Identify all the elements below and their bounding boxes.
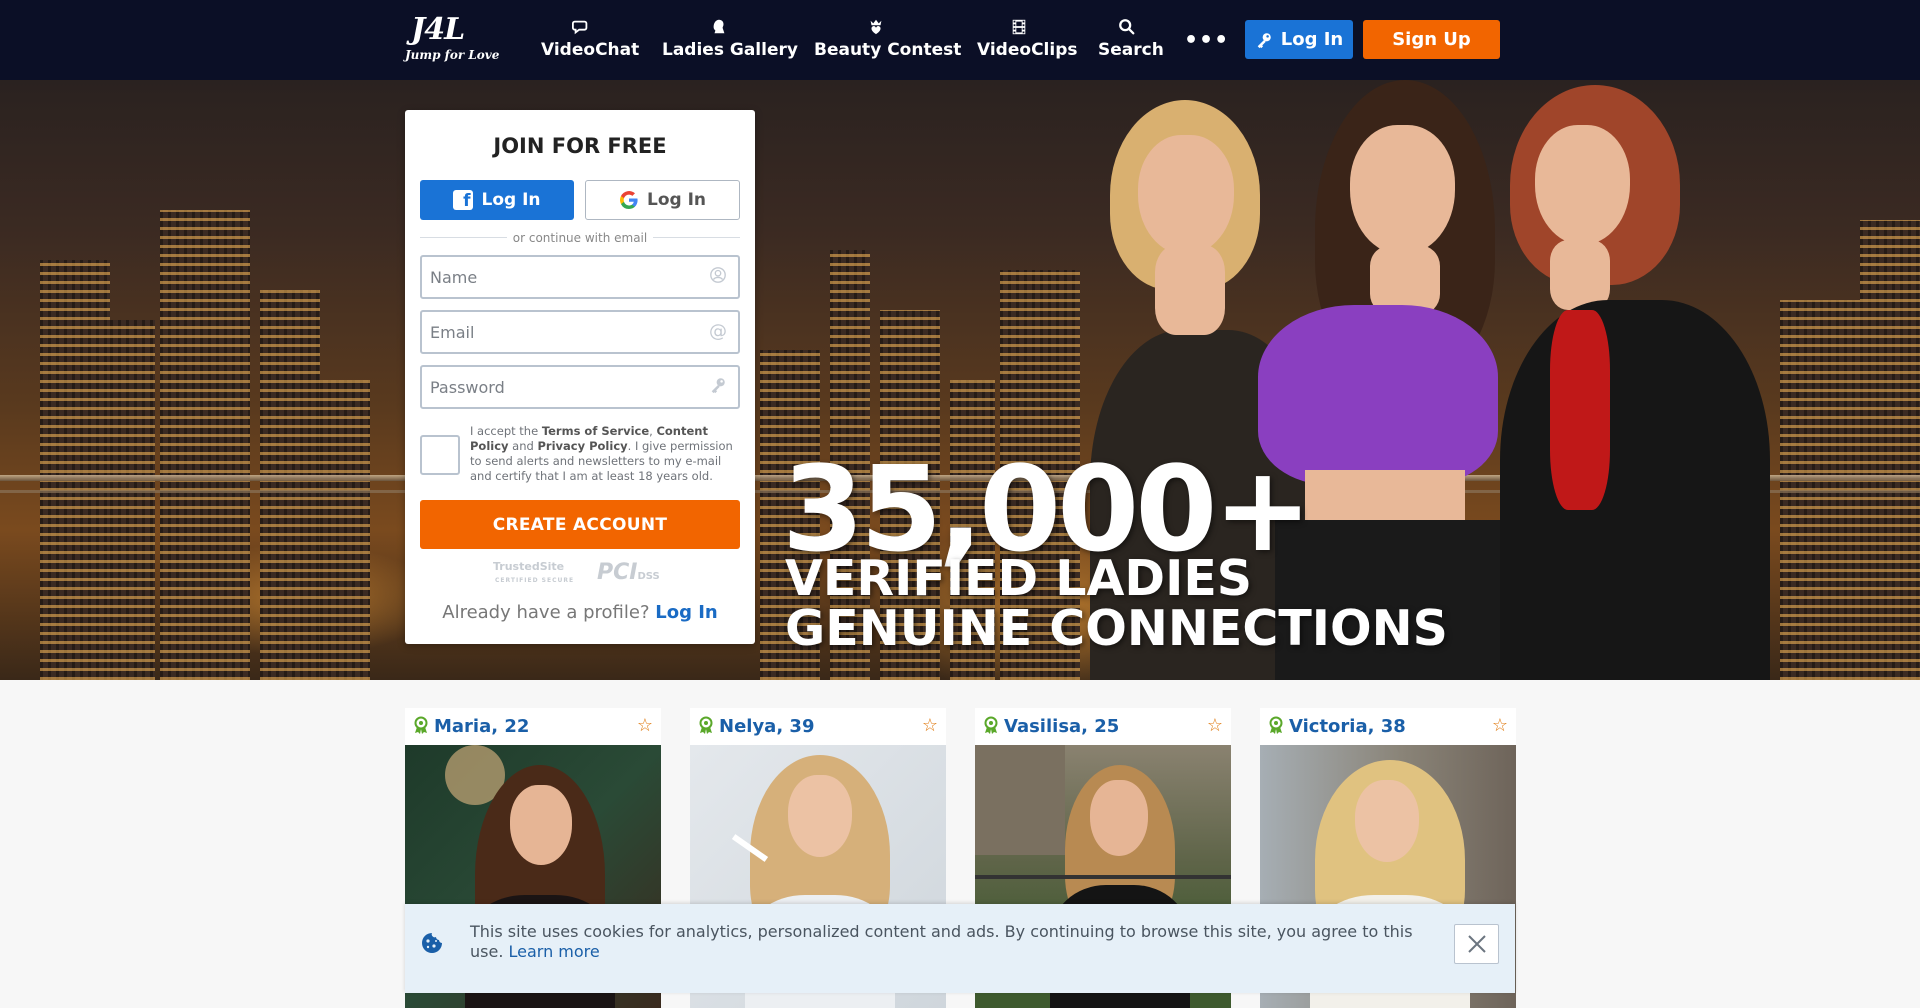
favorite-star-icon[interactable]: ☆ [1207,715,1223,736]
profile-name[interactable]: Vasilisa, 25 [1004,716,1119,737]
facebook-icon: f [453,190,474,210]
lady-profile-icon [662,16,776,38]
key-icon [1257,32,1271,48]
dss-label: DSS [637,571,660,582]
terms-text-part: I accept the [470,424,542,438]
nav-label: VideoClips [977,40,1078,60]
card-header: Nelya, 39 ☆ [690,708,946,745]
terms-checkbox[interactable] [420,435,460,475]
search-icon [1098,16,1156,38]
film-icon [977,16,1061,38]
trustedsite-sub: CERTIFIED SECURE [495,577,575,584]
google-login-button[interactable]: Log In [585,180,740,220]
at-icon: @ [709,321,727,342]
verified-badge-icon [1269,716,1283,734]
cookie-message: This site uses cookies for analytics, pe… [470,922,1430,962]
cookie-icon [422,933,442,953]
chat-bubbles-icon [541,16,621,38]
signup-label: Sign Up [1392,29,1471,50]
learn-more-link[interactable]: Learn more [509,942,600,961]
nav-label: VideoChat [541,40,640,60]
nav-label: Ladies Gallery [662,40,798,60]
trustedsite-badge: TrustedSite CERTIFIED SECURE [493,560,583,590]
create-account-label: CREATE ACCOUNT [492,514,668,535]
terms-of-service-link[interactable]: Terms of Service [542,424,649,438]
profile-name[interactable]: Maria, 22 [434,716,529,737]
crown-heart-icon [814,16,938,38]
header-signup-button[interactable]: Sign Up [1363,20,1500,59]
login-label: Log In [1280,29,1344,50]
terms-text-part: and [508,439,538,453]
name-field[interactable] [420,255,740,299]
favorite-star-icon[interactable]: ☆ [1492,715,1508,736]
google-login-label: Log In [646,190,707,210]
hero-subline-verified: VERIFIED LADIES [785,550,1253,607]
divider-caption: or continue with email [405,229,755,247]
pci-label: PCI [597,560,638,585]
facebook-login-button[interactable]: f Log In [420,180,574,220]
google-icon [620,191,638,209]
nav-videochat[interactable]: VideoChat [541,16,640,64]
logo-tagline: Jump for Love [405,48,500,62]
join-title: JOIN FOR FREE [493,134,667,158]
card-header: Victoria, 38 ☆ [1260,708,1516,745]
verified-badge-icon [984,716,998,734]
nav-ladies-gallery[interactable]: Ladies Gallery [662,16,798,64]
header-login-button[interactable]: Log In [1245,20,1353,59]
more-menu-button[interactable]: ••• [1184,28,1229,53]
hero-subline-connections: GENUINE CONNECTIONS [785,600,1448,657]
already-login-link[interactable]: Log In [655,602,718,623]
cookie-text: This site uses cookies for analytics, pe… [470,922,1413,961]
cookie-close-button[interactable] [1454,924,1499,964]
card-header: Maria, 22 ☆ [405,708,661,745]
profile-name[interactable]: Victoria, 38 [1289,716,1406,737]
logo-mark: J4L [411,12,465,47]
join-form-panel: JOIN FOR FREE f Log In Log In or continu… [405,110,755,644]
already-text: Already have a profile? [442,602,656,623]
password-field[interactable] [420,365,740,409]
cookie-banner: This site uses cookies for analytics, pe… [405,904,1515,993]
create-account-button[interactable]: CREATE ACCOUNT [420,500,740,549]
card-header: Vasilisa, 25 ☆ [975,708,1231,745]
nav-beauty-contest[interactable]: Beauty Contest [814,16,962,64]
verified-badge-icon [699,716,713,734]
key-icon [707,376,729,398]
nav-label: Beauty Contest [814,40,962,60]
privacy-policy-link[interactable]: Privacy Policy [537,439,627,453]
already-have-profile: Already have a profile? Log In [405,602,755,623]
nav-videoclips[interactable]: VideoClips [977,16,1078,64]
favorite-star-icon[interactable]: ☆ [922,715,938,736]
verified-badge-icon [414,716,428,734]
user-icon [707,266,729,288]
divider-text: or continue with email [506,231,654,245]
email-field[interactable] [420,310,740,354]
site-logo[interactable]: J4L Jump for Love [405,12,505,68]
profile-name[interactable]: Nelya, 39 [719,716,814,737]
nav-label: Search [1098,40,1164,60]
site-header: J4L Jump for Love VideoChat Ladies Galle… [0,0,1920,80]
favorite-star-icon[interactable]: ☆ [637,715,653,736]
pci-dss-badge: PCIDSS [597,560,667,590]
close-icon [1467,935,1486,953]
facebook-login-label: Log In [481,190,541,210]
terms-text: I accept the Terms of Service, Content P… [470,424,742,484]
hero-banner: 35,000+ VERIFIED LADIES GENUINE CONNECTI… [0,80,1920,680]
nav-search[interactable]: Search [1098,16,1164,64]
trustedsite-label: TrustedSite [493,560,565,573]
